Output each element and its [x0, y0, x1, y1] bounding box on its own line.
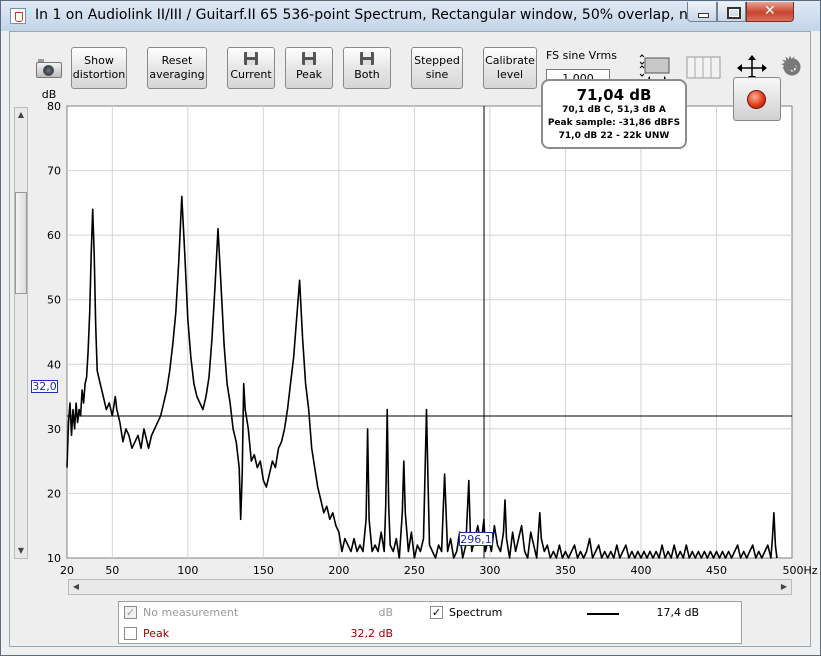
record-led-icon — [747, 90, 766, 109]
y-tick-label: 10 — [47, 552, 61, 565]
cursor-x-readout: 296,1 — [459, 532, 493, 546]
y-tick-label: 70 — [47, 165, 61, 178]
x-tick-label: 450 — [706, 564, 727, 577]
x-tick-label: 250 — [404, 564, 425, 577]
y-tick-label: 30 — [47, 423, 61, 436]
y-tick-label: 40 — [47, 358, 61, 371]
x-tick-label: 300 — [479, 564, 500, 577]
x-tick-label: 400 — [630, 564, 651, 577]
x-tick-label: 20 — [60, 564, 74, 577]
readout-main-level: 71,04 dB — [576, 86, 652, 104]
x-tick-label: 100 — [177, 564, 198, 577]
readout-unweighted-level: 71,0 dB 22 - 22k UNW — [558, 131, 670, 141]
app-window: In 1 on Audiolink II/III / Guitarf.II 65… — [0, 0, 821, 656]
y-axis-unit-label: dB — [42, 88, 57, 101]
y-tick-label: 80 — [47, 100, 61, 113]
x-tick-label: 500Hz — [782, 564, 817, 577]
record-button[interactable] — [733, 77, 781, 121]
x-tick-label: 200 — [328, 564, 349, 577]
x-tick-label: 150 — [253, 564, 274, 577]
x-tick-label: 350 — [555, 564, 576, 577]
y-tick-label: 50 — [47, 294, 61, 307]
readout-weighted-levels: 70,1 dB C, 51,3 dB A — [562, 105, 666, 115]
level-readout-box: 71,04 dB 70,1 dB C, 51,3 dB A Peak sampl… — [541, 79, 687, 149]
readout-peak-sample: Peak sample: -31,86 dBFS — [547, 118, 681, 128]
y-tick-label: 20 — [47, 487, 61, 500]
spectrum-chart[interactable]: 20 50 100 150 200 250 300 350 400 450 500Hz 80 70 60 5… — [1, 1, 820, 655]
x-tick-label: 50 — [105, 564, 119, 577]
y-tick-label: 60 — [47, 229, 61, 242]
cursor-y-readout: 32,0 — [31, 380, 58, 393]
plot-area[interactable] — [66, 105, 793, 559]
